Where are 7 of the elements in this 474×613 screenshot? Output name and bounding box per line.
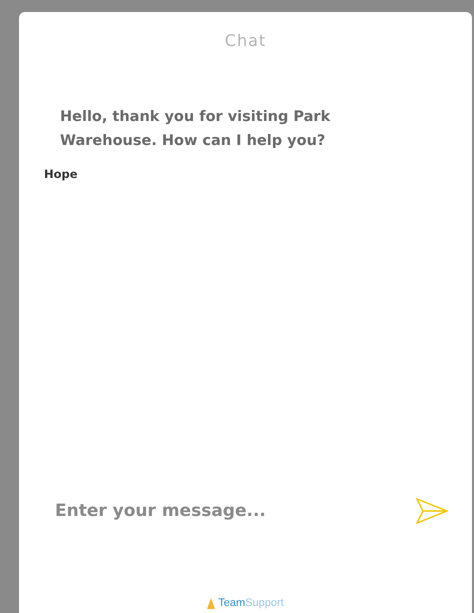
send-icon[interactable] — [416, 498, 448, 524]
window-title: Chat — [224, 30, 268, 50]
sender-name: Hope — [44, 167, 79, 181]
message-input[interactable]: Enter your message... — [53, 495, 406, 527]
logo-icon — [207, 598, 216, 608]
brand-name: TeamSupport — [218, 597, 284, 609]
message-text: Hello, thank you for visiting Park Warehouse. How can I help you? — [60, 108, 332, 151]
